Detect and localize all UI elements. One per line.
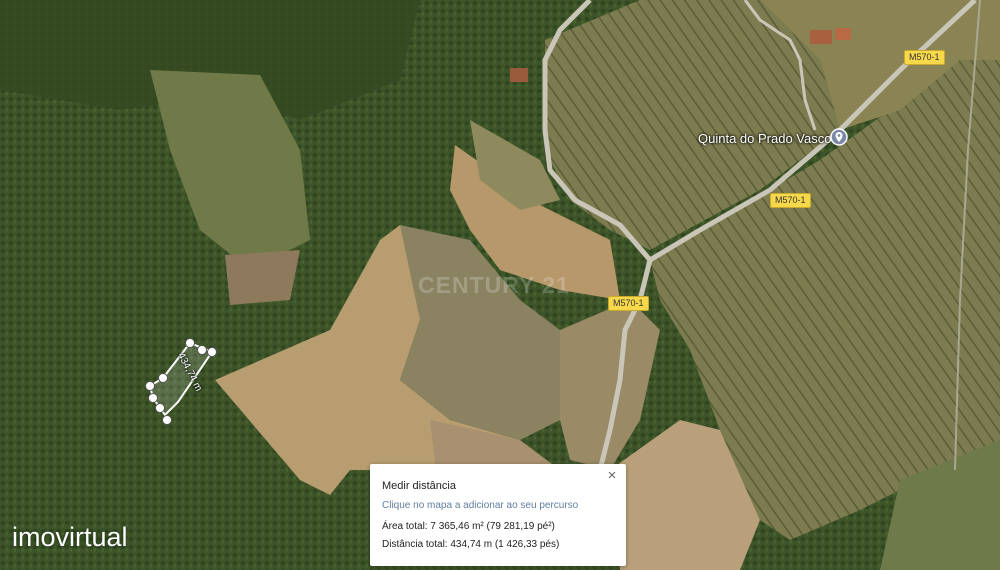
road-label-m570-1: M570-1 — [904, 50, 945, 65]
measure-point[interactable] — [148, 393, 158, 403]
close-icon[interactable]: × — [604, 468, 620, 484]
poi-label[interactable]: Quinta do Prado Vasco — [698, 131, 831, 146]
measure-point[interactable] — [185, 338, 195, 348]
measure-point[interactable] — [145, 381, 155, 391]
measure-point[interactable] — [155, 403, 165, 413]
brand-logo: imovirtual — [12, 522, 128, 552]
panel-hint: Clique no mapa a adicionar ao seu percur… — [382, 500, 579, 511]
watermark: CENTURY 21 — [418, 272, 570, 298]
measure-point[interactable] — [162, 415, 172, 425]
measure-point[interactable] — [158, 373, 168, 383]
measure-distance-panel: Medir distância × Clique no mapa a adici… — [370, 464, 626, 566]
total-distance: Distância total: 434,74 m (1 426,33 pés) — [382, 539, 560, 550]
road-label-m570-1: M570-1 — [608, 296, 649, 311]
panel-title: Medir distância — [382, 480, 456, 492]
building — [810, 30, 832, 44]
building — [510, 68, 528, 82]
measure-point[interactable] — [207, 347, 217, 357]
road-label-m570-1: M570-1 — [770, 193, 811, 208]
total-area: Área total: 7 365,46 m² (79 281,19 pé²) — [382, 521, 555, 532]
measure-point[interactable] — [197, 345, 207, 355]
building — [835, 28, 851, 40]
clearing — [225, 250, 300, 305]
location-pin-icon[interactable] — [830, 128, 848, 146]
